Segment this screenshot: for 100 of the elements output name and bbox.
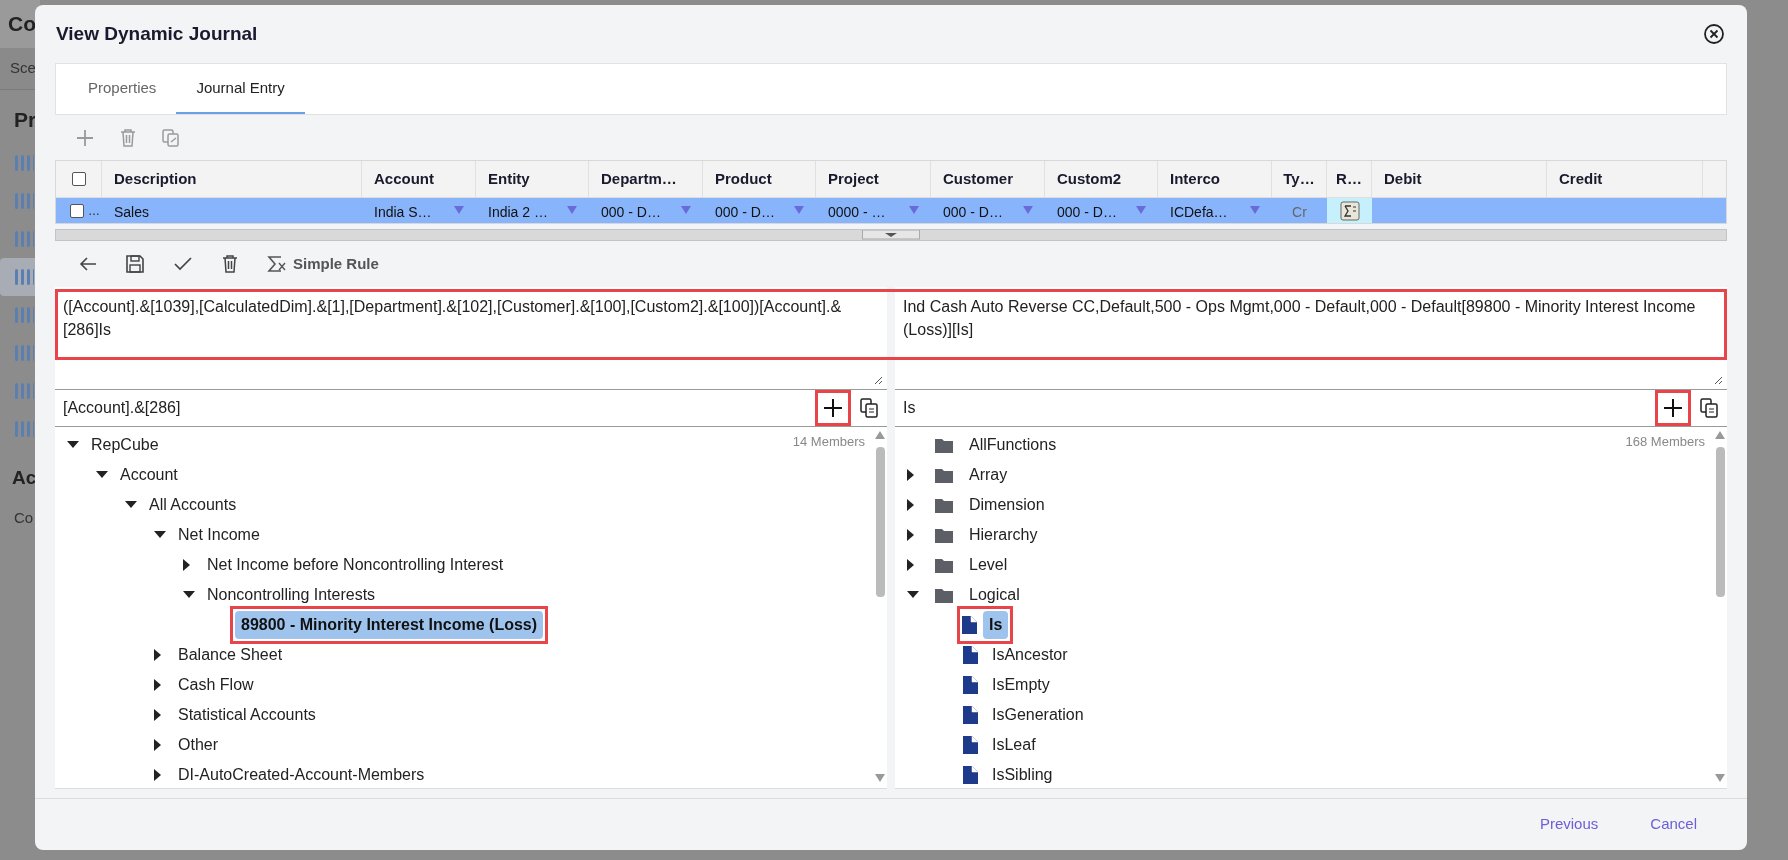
tab[interactable]: Journal Entry: [176, 64, 305, 114]
tree-item[interactable]: IsGeneration: [986, 703, 1090, 727]
column-header[interactable]: Description: [114, 167, 197, 191]
tree-item[interactable]: Hierarchy: [963, 523, 1044, 547]
column-header[interactable]: Credit: [1559, 167, 1603, 191]
footer-button[interactable]: Previous: [1539, 813, 1599, 836]
document-icon: [963, 766, 978, 784]
footer-button[interactable]: Cancel: [1650, 813, 1697, 836]
table-cell-text: 000 - D…: [943, 203, 1003, 222]
scrollbar-thumb[interactable]: [875, 447, 885, 597]
check-icon[interactable]: [173, 256, 193, 272]
tree-item[interactable]: IsSibling: [986, 763, 1059, 787]
column-header[interactable]: Account: [374, 167, 434, 191]
expand-arrow-icon[interactable]: [154, 709, 162, 721]
scrollbar-thumb[interactable]: [1715, 447, 1725, 597]
document-icon: [963, 706, 978, 724]
close-icon[interactable]: [1703, 23, 1725, 45]
expand-arrow-icon[interactable]: [183, 559, 191, 571]
tree-item[interactable]: Is: [983, 611, 1009, 639]
column-header[interactable]: Custom2: [1057, 167, 1122, 191]
checkbox[interactable]: [70, 204, 84, 218]
add-button[interactable]: [815, 390, 851, 426]
checkbox[interactable]: [71, 172, 86, 186]
collapse-arrow-icon[interactable]: [154, 531, 166, 539]
dialog-title: View Dynamic Journal: [56, 21, 258, 46]
resize-grip-icon[interactable]: [1713, 375, 1723, 385]
tree-item[interactable]: Net Income before Noncontrolling Interest: [201, 553, 510, 577]
save-icon[interactable]: [125, 254, 145, 274]
expand-arrow-icon[interactable]: [154, 769, 162, 781]
tree-item[interactable]: Dimension: [963, 493, 1051, 517]
table-cell-text: 000 - D…: [601, 203, 661, 222]
delete-icon[interactable]: [221, 254, 239, 274]
collapse-arrow-icon[interactable]: [907, 591, 919, 599]
splitter-handle-icon[interactable]: [862, 230, 920, 240]
expand-arrow-icon[interactable]: [154, 649, 162, 661]
tree-item[interactable]: RepCube: [85, 433, 165, 457]
tree-item[interactable]: Net Income: [172, 523, 266, 547]
resize-grip-icon[interactable]: [873, 375, 883, 385]
column-header[interactable]: R…: [1336, 167, 1362, 191]
tree-item[interactable]: Level: [963, 553, 1014, 577]
column-header[interactable]: Project: [828, 167, 879, 191]
document-icon: [963, 646, 978, 664]
tab[interactable]: Properties: [68, 64, 177, 114]
scenario-label: Sce: [10, 58, 36, 79]
expand-arrow-icon[interactable]: [907, 469, 915, 481]
scroll-up-icon[interactable]: [1715, 431, 1725, 439]
expand-arrow-icon[interactable]: [154, 679, 162, 691]
simple-rule-button[interactable]: Simple Rule: [267, 252, 379, 276]
column-header[interactable]: Debit: [1384, 167, 1422, 191]
scroll-down-icon[interactable]: [1715, 774, 1725, 782]
document-icon: [962, 616, 977, 634]
column-header[interactable]: Departm…: [601, 167, 677, 191]
collapse-arrow-icon[interactable]: [183, 591, 195, 599]
copy-icon[interactable]: [1699, 397, 1719, 419]
column-header[interactable]: Customer: [943, 167, 1013, 191]
section-heading: Pr: [14, 108, 37, 131]
tree-item[interactable]: Statistical Accounts: [172, 703, 322, 727]
expand-arrow-icon[interactable]: [907, 499, 915, 511]
row-marker: …: [88, 204, 100, 218]
sigma-icon: [267, 255, 287, 273]
folder-icon: [935, 527, 953, 543]
tree-item[interactable]: Other: [172, 733, 224, 757]
tree-item[interactable]: IsAncestor: [986, 643, 1074, 667]
collapse-arrow-icon[interactable]: [67, 441, 79, 449]
tree-item[interactable]: AllFunctions: [963, 433, 1063, 457]
scroll-up-icon[interactable]: [875, 431, 885, 439]
add-button[interactable]: [1655, 390, 1691, 426]
tree-item[interactable]: IsEmpty: [986, 673, 1056, 697]
tree-item[interactable]: 89800 - Minority Interest Income (Loss): [235, 611, 544, 639]
tree-item[interactable]: Balance Sheet: [172, 643, 289, 667]
expand-arrow-icon[interactable]: [907, 529, 915, 541]
table-cell-text: India 2 …: [488, 203, 548, 222]
column-header[interactable]: Entity: [488, 167, 530, 191]
document-icon: [963, 676, 978, 694]
column-header[interactable]: Ty…: [1283, 167, 1315, 191]
tree-item[interactable]: All Accounts: [143, 493, 243, 517]
folder-icon: [935, 467, 953, 483]
column-header[interactable]: Interco: [1170, 167, 1220, 191]
collapse-arrow-icon[interactable]: [125, 501, 137, 509]
table-row[interactable]: … Sales India S… India 2 … 000 - D… 000 - D… 0000 - … 000 - D… 000 - D… ICDefa… Cr: [56, 198, 1726, 223]
tree-item[interactable]: Cash Flow: [172, 673, 260, 697]
collapse-arrow-icon[interactable]: [96, 471, 108, 479]
document-icon: [963, 736, 978, 754]
table-cell-text: ICDefa…: [1170, 203, 1228, 222]
copy-icon[interactable]: [859, 397, 879, 419]
tree-item[interactable]: DI-AutoCreated-Account-Members: [172, 763, 431, 787]
folder-icon: [935, 587, 953, 603]
expand-arrow-icon[interactable]: [154, 739, 162, 751]
expand-arrow-icon[interactable]: [907, 559, 915, 571]
back-arrow-icon[interactable]: [79, 256, 97, 272]
folder-icon: [935, 557, 953, 573]
tree-item[interactable]: Account: [114, 463, 184, 487]
tree-item[interactable]: Logical: [963, 583, 1026, 607]
tree-item[interactable]: IsLeaf: [986, 733, 1042, 757]
add-icon: [823, 398, 843, 418]
column-header[interactable]: Product: [715, 167, 772, 191]
add-icon[interactable]: [75, 127, 95, 148]
tree-item[interactable]: Noncontrolling Interests: [201, 583, 382, 607]
tree-item[interactable]: Array: [963, 463, 1014, 487]
scroll-down-icon[interactable]: [875, 774, 885, 782]
